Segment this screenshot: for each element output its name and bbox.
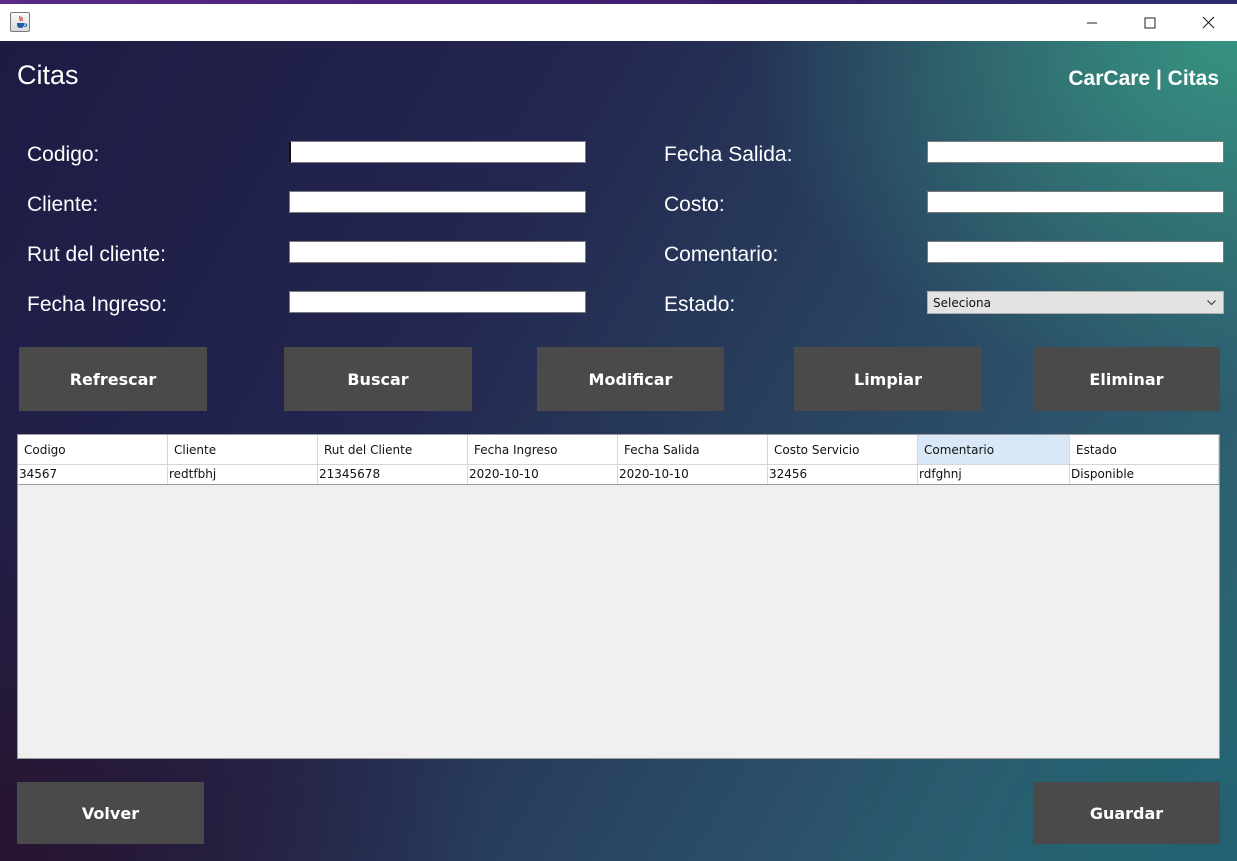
column-header-comentario[interactable]: Comentario (918, 435, 1070, 465)
comentario-input[interactable] (927, 241, 1224, 263)
costo-input[interactable] (927, 191, 1224, 213)
table-cell[interactable]: rdfghnj (918, 465, 1070, 484)
close-icon (1202, 16, 1214, 29)
title-bar (0, 4, 1237, 41)
maximize-icon (1144, 17, 1156, 28)
rut-input[interactable] (289, 241, 586, 263)
close-button[interactable] (1179, 4, 1237, 41)
buscar-button[interactable]: Buscar (284, 347, 472, 411)
column-header-costo-servicio[interactable]: Costo Servicio (768, 435, 918, 465)
fecha-ingreso-label: Fecha Ingreso: (27, 293, 168, 316)
codigo-label: Codigo: (27, 143, 100, 166)
cliente-label: Cliente: (27, 193, 99, 216)
chevron-down-icon (1206, 297, 1217, 311)
minimize-button[interactable] (1063, 4, 1121, 41)
estado-select[interactable]: Seleciona (927, 291, 1224, 314)
estado-selected-value: Seleciona (933, 296, 991, 310)
comentario-label: Comentario: (664, 243, 779, 266)
table-cell[interactable]: 21345678 (318, 465, 468, 484)
column-header-fecha-salida[interactable]: Fecha Salida (618, 435, 768, 465)
modificar-button[interactable]: Modificar (537, 347, 724, 411)
minimize-icon (1087, 22, 1097, 23)
column-header-cliente[interactable]: Cliente (168, 435, 318, 465)
maximize-button[interactable] (1121, 4, 1179, 41)
guardar-button[interactable]: Guardar (1033, 782, 1220, 844)
fecha-salida-label: Fecha Salida: (664, 143, 793, 166)
citas-panel: Citas CarCare | Citas Codigo: Cliente: R… (0, 41, 1237, 861)
citas-table[interactable]: Codigo Cliente Rut del Cliente Fecha Ing… (17, 434, 1220, 759)
fecha-salida-input[interactable] (927, 141, 1224, 163)
table-cell[interactable]: 32456 (768, 465, 918, 484)
table-cell[interactable]: redtfbhj (168, 465, 318, 484)
table-cell[interactable]: 2020-10-10 (618, 465, 768, 484)
java-cup-icon (10, 12, 30, 32)
column-header-rut[interactable]: Rut del Cliente (318, 435, 468, 465)
table-cell[interactable]: 2020-10-10 (468, 465, 618, 484)
table-cell[interactable]: Disponible (1070, 465, 1219, 484)
refrescar-button[interactable]: Refrescar (19, 347, 207, 411)
cliente-input[interactable] (289, 191, 586, 213)
column-header-estado[interactable]: Estado (1070, 435, 1219, 465)
table-header: Codigo Cliente Rut del Cliente Fecha Ing… (18, 435, 1219, 465)
codigo-input[interactable] (289, 141, 586, 163)
volver-button[interactable]: Volver (17, 782, 204, 844)
brand-title: CarCare | Citas (1068, 67, 1219, 90)
estado-label: Estado: (664, 293, 736, 316)
limpiar-button[interactable]: Limpiar (794, 347, 982, 411)
costo-label: Costo: (664, 193, 725, 216)
fecha-ingreso-input[interactable] (289, 291, 586, 313)
table-cell[interactable]: 34567 (18, 465, 168, 484)
rut-label: Rut del cliente: (27, 243, 166, 266)
eliminar-button[interactable]: Eliminar (1033, 347, 1220, 411)
column-header-fecha-ingreso[interactable]: Fecha Ingreso (468, 435, 618, 465)
column-header-codigo[interactable]: Codigo (18, 435, 168, 465)
app-window: Citas CarCare | Citas Codigo: Cliente: R… (0, 0, 1237, 861)
page-title: Citas (17, 60, 79, 90)
table-row[interactable]: 34567 redtfbhj 21345678 2020-10-10 2020-… (18, 465, 1219, 485)
